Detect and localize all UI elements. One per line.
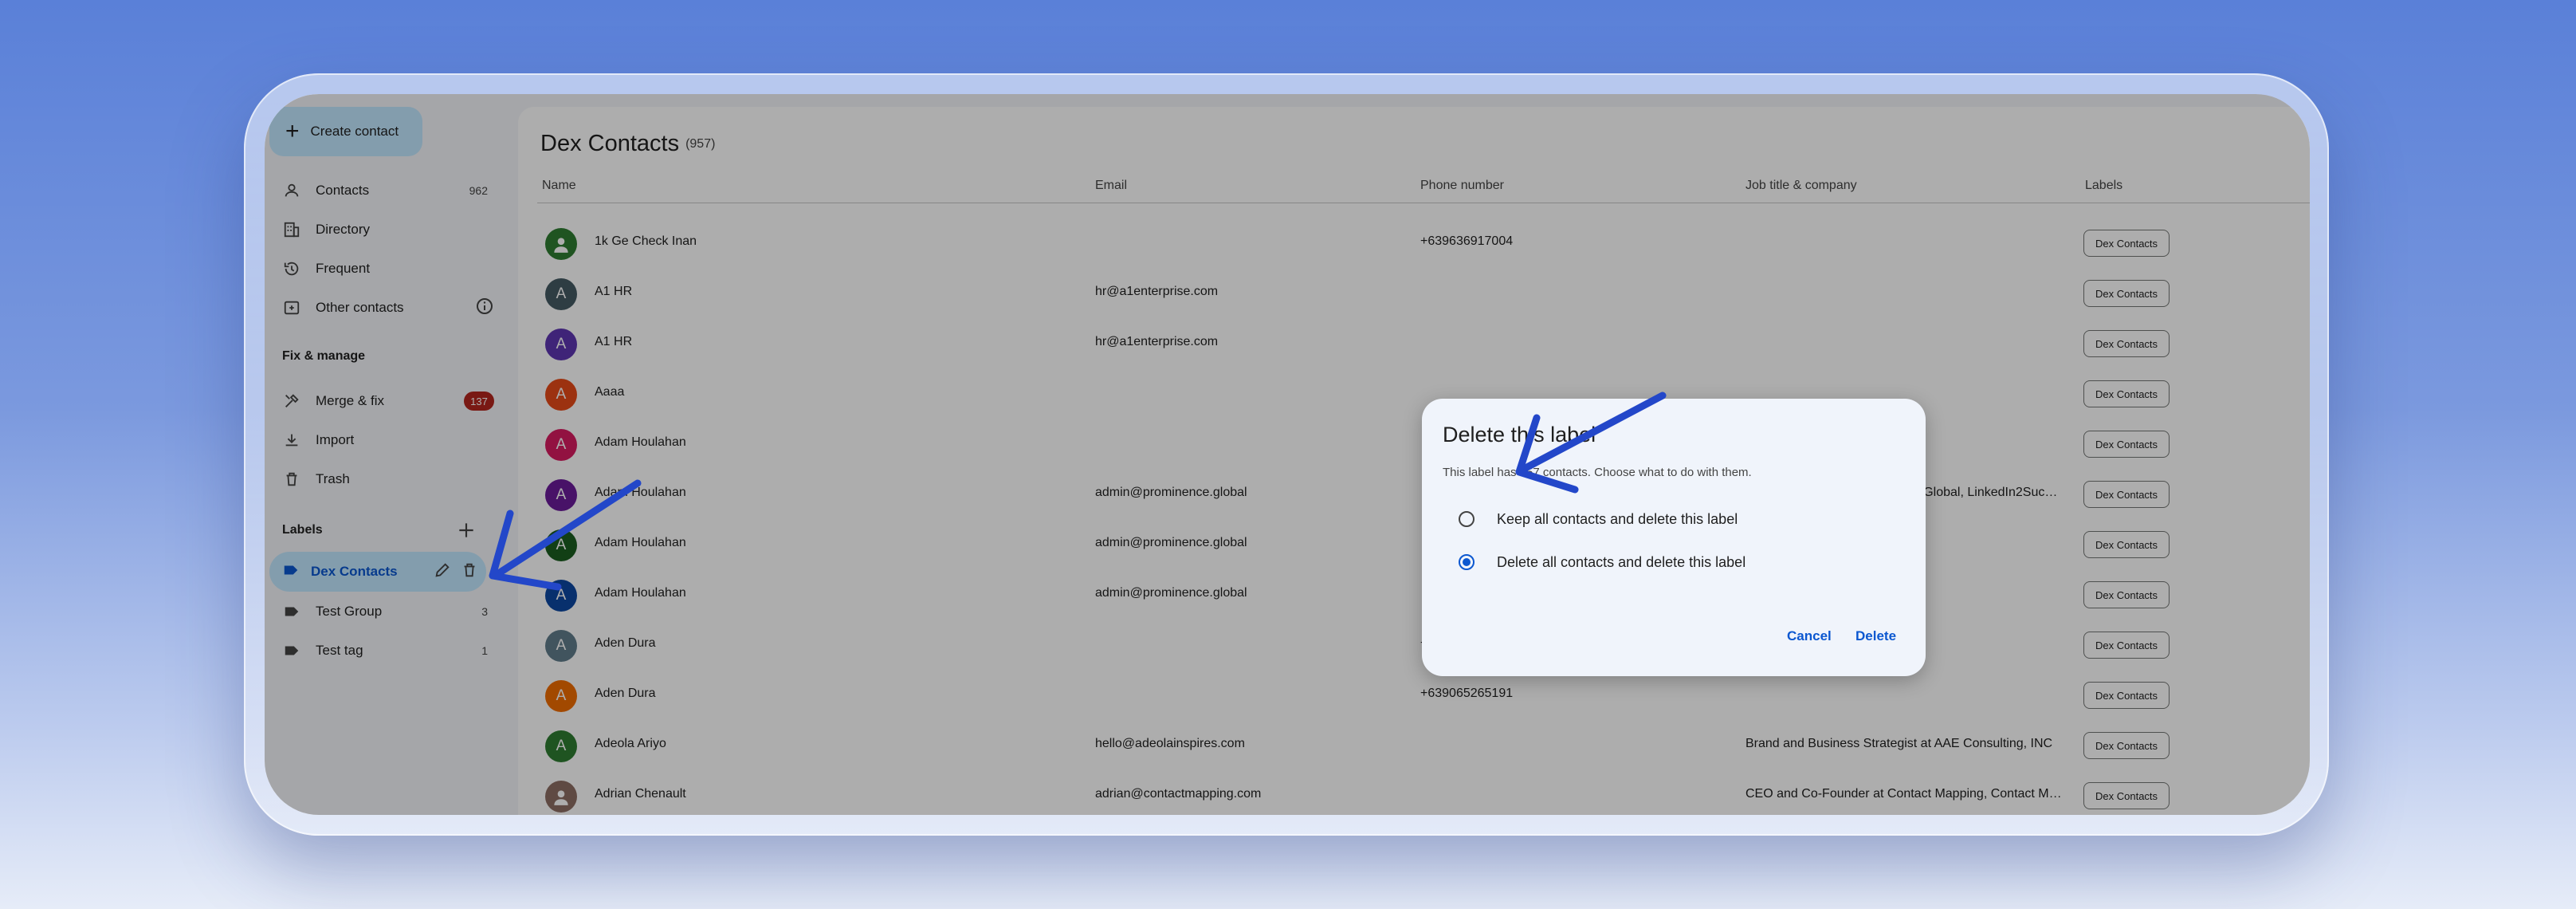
radio-unchecked-icon[interactable] [1459,511,1475,527]
option-keep-contacts[interactable]: Keep all contacts and delete this label [1459,507,1738,531]
delete-label-dialog: Delete this label This label has 957 con… [1422,399,1926,676]
delete-button[interactable]: Delete [1855,628,1896,644]
cancel-button[interactable]: Cancel [1787,628,1832,644]
radio-checked-icon[interactable] [1459,554,1475,570]
app-screen: + Create contact Contacts 962 Directory … [265,94,2310,815]
modal-scrim[interactable] [265,94,2310,815]
dialog-subtitle: This label has 957 contacts. Choose what… [1443,466,1752,479]
option-keep-label: Keep all contacts and delete this label [1497,510,1738,527]
option-delete-label: Delete all contacts and delete this labe… [1497,553,1746,570]
dialog-title: Delete this label [1443,423,1596,447]
option-delete-contacts[interactable]: Delete all contacts and delete this labe… [1459,550,1745,574]
